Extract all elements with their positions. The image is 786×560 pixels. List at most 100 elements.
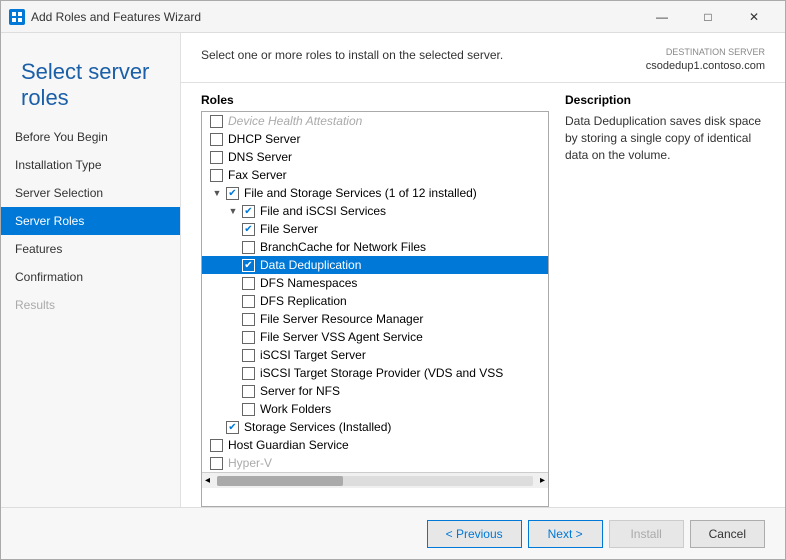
list-item[interactable]: Hyper-V bbox=[202, 454, 548, 472]
cancel-button[interactable]: Cancel bbox=[690, 520, 765, 548]
checkbox-icon bbox=[242, 313, 255, 326]
list-item[interactable]: File Server VSS Agent Service bbox=[202, 328, 548, 346]
role-label: DFS Namespaces bbox=[260, 276, 357, 290]
list-item[interactable]: Work Folders bbox=[202, 400, 548, 418]
sidebar-item-results: Results bbox=[1, 291, 180, 319]
role-label: File Server Resource Manager bbox=[260, 312, 423, 326]
roles-desc-area: Roles Device Health Attestation DHC bbox=[181, 83, 785, 507]
list-item[interactable]: BranchCache for Network Files bbox=[202, 238, 548, 256]
role-label: Server for NFS bbox=[260, 384, 340, 398]
checkbox-icon bbox=[242, 331, 255, 344]
checkbox-icon: ✔ bbox=[226, 421, 239, 434]
install-button[interactable]: Install bbox=[609, 520, 684, 548]
list-item[interactable]: File Server Resource Manager bbox=[202, 310, 548, 328]
role-label: Storage Services (Installed) bbox=[244, 420, 391, 434]
sidebar-item-server-selection[interactable]: Server Selection bbox=[1, 179, 180, 207]
close-button[interactable]: ✕ bbox=[731, 1, 777, 33]
role-label: Hyper-V bbox=[228, 456, 272, 470]
list-item[interactable]: DFS Replication bbox=[202, 292, 548, 310]
scroll-track bbox=[217, 476, 533, 486]
role-label: DFS Replication bbox=[260, 294, 347, 308]
sidebar-item-server-roles[interactable]: Server Roles bbox=[1, 207, 180, 235]
footer: < Previous Next > Install Cancel bbox=[1, 507, 785, 559]
checkbox-icon bbox=[210, 133, 223, 146]
tree-toggle-icon: ▼ bbox=[210, 186, 224, 200]
role-label: BranchCache for Network Files bbox=[260, 240, 426, 254]
list-item[interactable]: Device Health Attestation bbox=[202, 112, 548, 130]
list-item[interactable]: ✔ Storage Services (Installed) bbox=[202, 418, 548, 436]
description-label: Description bbox=[565, 93, 765, 107]
list-item[interactable]: Server for NFS bbox=[202, 382, 548, 400]
scroll-right-btn[interactable]: ▸ bbox=[537, 475, 548, 486]
main-header-row: Select one or more roles to install on t… bbox=[181, 33, 785, 83]
checkbox-icon bbox=[242, 349, 255, 362]
checkbox-icon: ✔ bbox=[242, 205, 255, 218]
main-content: Select one or more roles to install on t… bbox=[181, 33, 785, 507]
checkbox-icon bbox=[242, 295, 255, 308]
window-title: Add Roles and Features Wizard bbox=[31, 10, 639, 24]
role-label: iSCSI Target Storage Provider (VDS and V… bbox=[260, 366, 503, 380]
checkbox-icon bbox=[210, 457, 223, 470]
sidebar-item-confirmation[interactable]: Confirmation bbox=[1, 263, 180, 291]
sidebar: Select server roles Before You Begin Ins… bbox=[1, 33, 181, 507]
role-label: DHCP Server bbox=[228, 132, 300, 146]
checkbox-icon: ✔ bbox=[242, 223, 255, 236]
minimize-button[interactable]: — bbox=[639, 1, 685, 33]
checkbox-icon bbox=[210, 169, 223, 182]
scroll-left-btn[interactable]: ◂ bbox=[202, 475, 213, 486]
window-controls: — □ ✕ bbox=[639, 1, 777, 33]
role-label: File Server VSS Agent Service bbox=[260, 330, 423, 344]
tree-toggle-icon: ▼ bbox=[226, 204, 240, 218]
page-title: Select server roles bbox=[21, 59, 160, 111]
role-label: Host Guardian Service bbox=[228, 438, 349, 452]
list-item[interactable]: iSCSI Target Server bbox=[202, 346, 548, 364]
destination-server-area: DESTINATION SERVER csodedup1.contoso.com bbox=[646, 33, 765, 82]
title-bar: Add Roles and Features Wizard — □ ✕ bbox=[1, 1, 785, 33]
list-item[interactable]: ▼ ✔ File and Storage Services (1 of 12 i… bbox=[202, 184, 548, 202]
role-label: Work Folders bbox=[260, 402, 331, 416]
list-item[interactable]: DHCP Server bbox=[202, 130, 548, 148]
list-item[interactable]: iSCSI Target Storage Provider (VDS and V… bbox=[202, 364, 548, 382]
list-item[interactable]: DFS Namespaces bbox=[202, 274, 548, 292]
checkbox-icon bbox=[242, 403, 255, 416]
horizontal-scrollbar[interactable]: ◂ ▸ bbox=[202, 472, 548, 488]
role-label: Fax Server bbox=[228, 168, 287, 182]
role-label: Device Health Attestation bbox=[228, 114, 362, 128]
checkbox-icon bbox=[242, 241, 255, 254]
list-item[interactable]: Fax Server bbox=[202, 166, 548, 184]
instruction-area: Select one or more roles to install on t… bbox=[201, 33, 503, 72]
instruction-text: Select one or more roles to install on t… bbox=[201, 48, 503, 62]
sidebar-item-before-you-begin[interactable]: Before You Begin bbox=[1, 123, 180, 151]
maximize-button[interactable]: □ bbox=[685, 1, 731, 33]
roles-list: Device Health Attestation DHCP Server DN… bbox=[202, 112, 548, 472]
description-panel: Description Data Deduplication saves dis… bbox=[565, 83, 765, 507]
content-area: Select server roles Before You Begin Ins… bbox=[1, 33, 785, 507]
sidebar-item-features[interactable]: Features bbox=[1, 235, 180, 263]
app-icon bbox=[9, 9, 25, 25]
checkbox-icon bbox=[210, 115, 223, 128]
list-item[interactable]: DNS Server bbox=[202, 148, 548, 166]
checkbox-icon bbox=[242, 277, 255, 290]
scroll-thumb bbox=[217, 476, 343, 486]
list-item[interactable]: Host Guardian Service bbox=[202, 436, 548, 454]
role-label: Data Deduplication bbox=[260, 258, 361, 272]
next-button[interactable]: Next > bbox=[528, 520, 603, 548]
role-label: DNS Server bbox=[228, 150, 292, 164]
list-item[interactable]: ▼ ✔ File and iSCSI Services bbox=[202, 202, 548, 220]
checkbox-icon bbox=[242, 385, 255, 398]
list-item[interactable]: ✔ Data Deduplication bbox=[202, 256, 548, 274]
sidebar-item-installation-type[interactable]: Installation Type bbox=[1, 151, 180, 179]
list-item[interactable]: ✔ File Server bbox=[202, 220, 548, 238]
role-label: iSCSI Target Server bbox=[260, 348, 366, 362]
page-title-area: Select server roles bbox=[1, 43, 180, 123]
checkbox-icon bbox=[242, 367, 255, 380]
role-label: File and Storage Services (1 of 12 insta… bbox=[244, 186, 477, 200]
roles-list-container[interactable]: Device Health Attestation DHCP Server DN… bbox=[201, 111, 549, 507]
checkbox-icon: ✔ bbox=[242, 259, 255, 272]
checkbox-icon bbox=[210, 439, 223, 452]
main-window: Add Roles and Features Wizard — □ ✕ Sele… bbox=[0, 0, 786, 560]
checkbox-icon bbox=[210, 151, 223, 164]
roles-label: Roles bbox=[201, 93, 549, 107]
previous-button[interactable]: < Previous bbox=[427, 520, 522, 548]
dest-server-value: csodedup1.contoso.com bbox=[646, 60, 765, 72]
